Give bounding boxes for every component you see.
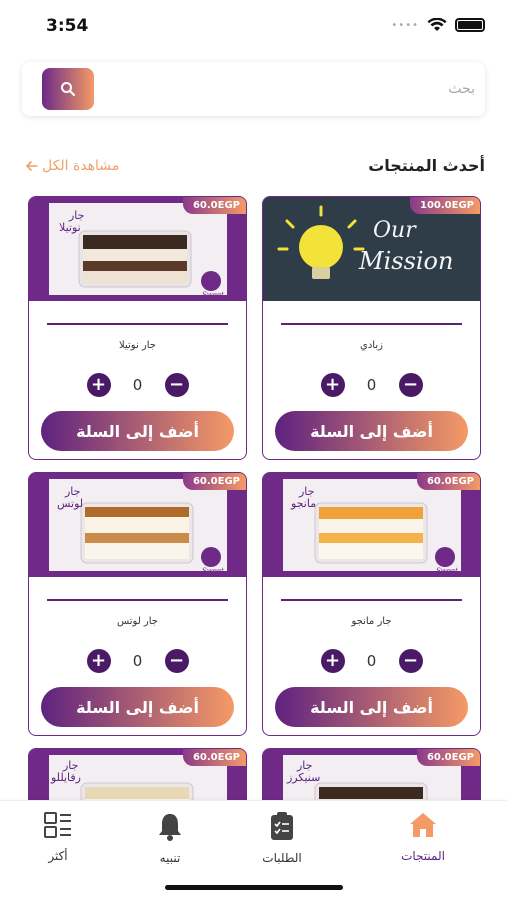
quantity-stepper: + 0 − <box>263 649 480 673</box>
quantity-stepper: + 0 − <box>263 373 480 397</box>
product-name: جار لوتس <box>117 616 158 627</box>
product-name: جار مانجو <box>351 616 392 627</box>
price-badge: 60.0EGP <box>182 749 246 766</box>
see-all-label: مشاهدة الكل <box>42 158 120 174</box>
svg-text:لوتس: لوتس <box>57 497 83 510</box>
quantity-stepper: + 0 − <box>29 373 246 397</box>
tab-label: المنتجات <box>401 849 445 863</box>
svg-text:رفايللو: رفايللو <box>50 771 81 784</box>
product-image: جار نوتيلا Sweet 60.0EGP <box>29 197 246 301</box>
tab-label: الطلبات <box>262 851 302 865</box>
tab-products[interactable]: المنتجات <box>373 811 473 863</box>
add-to-cart-button[interactable]: أضف إلى السلة <box>41 687 234 727</box>
product-card[interactable]: Our Mission 100.0EGP زبادي + 0 − أضف إلى… <box>262 196 481 460</box>
decrease-button[interactable]: − <box>398 649 423 673</box>
svg-text:Our: Our <box>373 218 417 243</box>
product-card[interactable]: جار نوتيلا Sweet 60.0EGP جار نوتيلا + 0 … <box>28 196 247 460</box>
tab-label: تنبيه <box>159 851 181 865</box>
product-image: Our Mission 100.0EGP <box>263 197 480 301</box>
battery-icon <box>455 18 485 32</box>
svg-text:سنيكرز: سنيكرز <box>286 771 320 784</box>
decrease-button[interactable]: − <box>164 649 189 673</box>
status-time: 3:54 <box>46 16 89 36</box>
increase-button[interactable]: + <box>86 373 111 397</box>
search-input[interactable] <box>115 70 475 108</box>
bell-icon <box>159 814 181 841</box>
product-card[interactable]: جار لوتس Sweet 60.0EGP جار لوتس + 0 − أض… <box>28 472 247 736</box>
search-button[interactable] <box>42 68 94 110</box>
plus-icon: + <box>90 650 107 671</box>
plus-icon: + <box>324 650 341 671</box>
add-to-cart-button[interactable]: أضف إلى السلة <box>275 411 468 451</box>
search-bar <box>22 62 485 116</box>
decrease-button[interactable]: − <box>398 373 423 397</box>
tab-label: أكثر <box>48 849 68 863</box>
divider <box>47 599 228 601</box>
tab-orders[interactable]: الطلبات <box>232 811 332 865</box>
status-bar: 3:54 •••• <box>0 0 507 50</box>
arrow-left-icon <box>26 161 38 171</box>
price-badge: 60.0EGP <box>182 197 246 214</box>
quantity-stepper: + 0 − <box>29 649 246 673</box>
divider <box>281 323 462 325</box>
status-icons: •••• <box>391 18 485 32</box>
minus-icon: − <box>168 650 185 671</box>
plus-icon: + <box>90 374 107 395</box>
plus-icon: + <box>324 374 341 395</box>
increase-button[interactable]: + <box>320 649 345 673</box>
add-to-cart-button[interactable]: أضف إلى السلة <box>275 687 468 727</box>
grid-menu-icon <box>44 812 71 838</box>
wifi-icon <box>427 18 447 31</box>
quantity-value: 0 <box>132 376 143 394</box>
minus-icon: − <box>402 374 419 395</box>
price-badge: 60.0EGP <box>416 749 480 766</box>
section-title: أحدث المنتجات <box>368 156 485 175</box>
svg-text:Sweet: Sweet <box>436 567 458 575</box>
product-image: جار مانجو Sweet 60.0EGP <box>263 473 480 577</box>
tab-notifications[interactable]: تنبيه <box>120 811 220 865</box>
minus-icon: − <box>402 650 419 671</box>
svg-text:Mission: Mission <box>358 247 453 275</box>
see-all-link[interactable]: مشاهدة الكل <box>26 158 119 174</box>
svg-text:Sweet: Sweet <box>202 567 224 575</box>
quantity-value: 0 <box>132 652 143 670</box>
divider <box>281 599 462 601</box>
product-name: زبادي <box>360 340 383 351</box>
search-icon <box>61 82 76 97</box>
price-badge: 60.0EGP <box>416 473 480 490</box>
minus-icon: − <box>168 374 185 395</box>
tab-more[interactable]: أكثر <box>8 811 108 863</box>
product-name: جار نوتيلا <box>119 340 156 351</box>
increase-button[interactable]: + <box>86 649 111 673</box>
increase-button[interactable]: + <box>320 373 345 397</box>
home-icon <box>410 813 436 837</box>
clipboard-icon <box>271 812 293 840</box>
product-card[interactable]: جار مانجو Sweet 60.0EGP جار مانجو + 0 − … <box>262 472 481 736</box>
price-badge: 100.0EGP <box>410 197 480 214</box>
section-header: أحدث المنتجات مشاهدة الكل <box>22 152 485 182</box>
price-badge: 60.0EGP <box>182 473 246 490</box>
decrease-button[interactable]: − <box>164 373 189 397</box>
quantity-value: 0 <box>366 652 377 670</box>
add-to-cart-button[interactable]: أضف إلى السلة <box>41 411 234 451</box>
home-indicator <box>165 885 343 890</box>
divider <box>47 323 228 325</box>
svg-text:نوتيلا: نوتيلا <box>59 221 81 234</box>
svg-text:مانجو: مانجو <box>290 497 316 510</box>
signal-icon: •••• <box>391 19 419 31</box>
quantity-value: 0 <box>366 376 377 394</box>
svg-text:Sweet: Sweet <box>202 291 224 299</box>
product-image: جار لوتس Sweet 60.0EGP <box>29 473 246 577</box>
